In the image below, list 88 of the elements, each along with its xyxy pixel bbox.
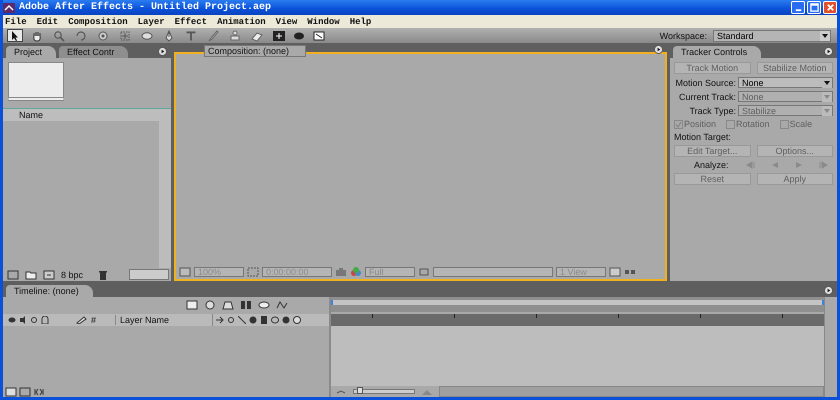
axis-mode-icon[interactable] [313,30,325,40]
panel-tab[interactable]: Timeline: (none) [6,285,93,297]
maximize-icon [810,3,818,12]
rotate-tool-icon [75,30,87,42]
selection-tool-icon [9,30,21,42]
text-tool-icon [185,30,197,42]
panel-tab[interactable]: Tracker Controls [673,46,762,58]
minimize-button[interactable] [791,1,805,14]
maximize-button[interactable] [807,1,821,14]
graph-editor-icon[interactable] [276,300,288,310]
new-composition-icon[interactable] [43,270,55,280]
panel-menu-icon[interactable] [158,46,167,56]
pan-tool-icon [119,30,131,42]
trash-icon[interactable] [97,270,110,280]
composition-mini-icon[interactable] [186,300,198,310]
menu-item[interactable]: Animation [217,16,266,26]
solo-icon [30,316,38,324]
panel-tab[interactable]: Effect Contr [59,46,128,58]
interpret-footage-icon[interactable] [7,270,19,280]
scrollbar[interactable] [439,386,824,397]
panel-menu-icon[interactable] [654,45,663,54]
workspace-dropdown[interactable]: Standard [713,30,831,42]
menu-item[interactable]: View [276,16,298,26]
hand-tool-icon [31,30,43,42]
dropdown-arrow-icon [822,106,832,116]
disc-icon [282,316,290,324]
close-button[interactable] [823,1,837,14]
ellipse-tool-icon [141,30,153,42]
app-icon [3,2,15,12]
workspace-label: Workspace: [660,30,707,40]
panel-tab[interactable]: Composition: (none) [204,45,306,57]
label-icon [75,316,87,324]
motion-blur-icon[interactable] [258,300,270,310]
axis-mode-icon[interactable] [293,30,305,40]
lock-icon [41,316,49,324]
column-header[interactable]: Layer Name [115,315,212,325]
menu-item[interactable]: Edit [36,16,58,26]
panel-tab[interactable]: Project [6,46,56,58]
color-channels-icon[interactable] [350,267,362,277]
menu-item[interactable]: Help [350,16,372,26]
toggle-icon[interactable] [33,386,45,396]
panel-menu-icon[interactable] [824,46,833,56]
monitor-icon[interactable] [179,267,191,277]
analyze-label: Analyze: [694,160,729,170]
menu-item[interactable]: File [5,16,27,26]
field-label: Current Track: [678,92,736,102]
selection-tool-button[interactable] [7,29,23,42]
stamp-tool-icon [229,30,241,42]
thumbnail-preview [8,62,64,101]
pen-tool-icon [163,30,175,42]
region-icon[interactable] [418,267,430,277]
expand-icon[interactable] [5,386,17,396]
orbit-tool-icon [97,30,109,42]
window-icon[interactable] [609,267,621,277]
field-label: Motion Source: [674,78,736,88]
draft-3d-icon[interactable] [222,300,234,310]
speaker-icon [19,316,27,324]
menu-item[interactable]: Layer [138,16,165,26]
dropdown-arrow-icon [822,92,832,102]
menu-item[interactable]: Composition [68,16,128,26]
zoom-slider-thumb[interactable] [357,387,363,394]
slash-icon [238,316,246,324]
scrollbar[interactable] [129,269,169,280]
section-label: Motion Target: [674,132,732,142]
column-header[interactable]: Name [3,108,171,121]
disc-icon [249,316,257,324]
close-icon [826,3,834,12]
axis-mode-icon[interactable] [273,30,285,40]
eye-icon [8,316,16,324]
film-icon [260,316,268,324]
zoom-tool-icon [53,30,65,42]
folder-icon[interactable] [25,270,37,280]
ring-icon [271,316,279,324]
dropdown-arrow-icon [820,30,830,40]
zoom-tool-button[interactable] [51,29,67,42]
live-update-icon[interactable] [204,300,216,310]
panel-menu-icon[interactable] [824,286,833,294]
window-title: Adobe After Effects - Untitled Project.aep [19,2,272,13]
modes-icon[interactable] [19,386,31,396]
scrollbar[interactable] [159,121,171,268]
menu-item[interactable]: Effect [174,16,208,26]
frame-blending-icon[interactable] [240,300,252,310]
arrow-icon [216,316,224,324]
field-label: Track Type: [688,106,736,116]
column-header[interactable]: # [91,315,115,325]
color-depth-label[interactable]: 8 bpc [61,270,84,280]
menu-item[interactable]: Window [307,16,340,26]
select-dropdown[interactable]: None [738,77,833,88]
